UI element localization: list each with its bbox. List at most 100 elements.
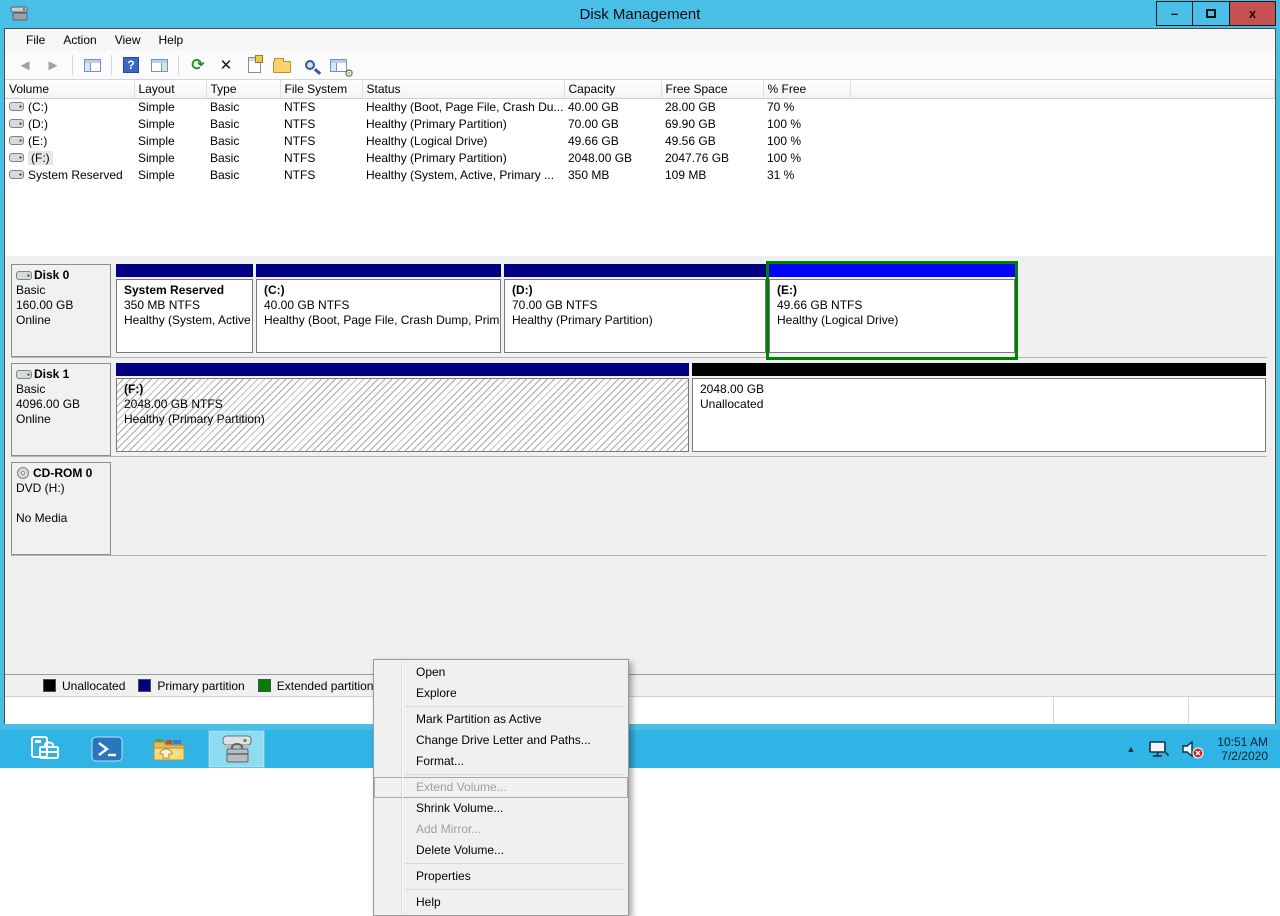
menu-item-explore[interactable]: Explore — [374, 683, 628, 704]
unallocated-region[interactable]: 2048.00 GB Unallocated — [692, 363, 1266, 456]
volume-muted-tray-icon[interactable] — [1181, 739, 1205, 759]
show-console-tree-icon[interactable] — [80, 54, 104, 76]
status-pane — [1053, 697, 1188, 724]
toolbar-separator — [111, 55, 112, 75]
table-header-row: Volume Layout Type File System Status Ca… — [5, 80, 1275, 98]
zoom-icon[interactable] — [298, 54, 322, 76]
table-row[interactable]: System Reserved Simple Basic NTFS Health… — [5, 166, 1275, 183]
primary-partition-stripe — [504, 264, 766, 277]
legend-primary-partition: Primary partition — [138, 679, 244, 693]
disk-management-taskbar-button[interactable] — [208, 730, 265, 768]
show-action-pane-icon[interactable] — [147, 54, 171, 76]
status-bar — [5, 696, 1275, 724]
back-icon[interactable]: ◄ — [13, 54, 37, 76]
disk-0-header[interactable]: Disk 0 Basic 160.00 GB Online — [11, 264, 111, 357]
primary-partition-stripe — [256, 264, 501, 277]
logical-drive-stripe — [769, 264, 1015, 277]
toolbar: ◄ ► ? ⟳ ✕ ⚙ — [5, 51, 1275, 80]
disk-icon — [16, 270, 32, 281]
close-button[interactable]: x — [1230, 1, 1276, 26]
open-folder-icon[interactable] — [270, 54, 294, 76]
toolbar-separator — [178, 55, 179, 75]
legend-extended-partition: Extended partition — [258, 679, 374, 693]
menu-view[interactable]: View — [106, 30, 150, 50]
help-icon[interactable]: ? — [119, 54, 143, 76]
menu-item-shrink-volume[interactable]: Shrink Volume... — [374, 798, 628, 819]
column-header-volume[interactable]: Volume — [5, 80, 134, 98]
window-title: Disk Management — [4, 6, 1276, 23]
forward-icon[interactable]: ► — [41, 54, 65, 76]
show-hidden-icons-button[interactable]: ▲ — [1126, 744, 1135, 754]
file-explorer-taskbar-button[interactable] — [146, 730, 192, 768]
menu-item-change-drive-letter[interactable]: Change Drive Letter and Paths... — [374, 730, 628, 751]
partition-c[interactable]: (C:) 40.00 GB NTFS Healthy (Boot, Page F… — [256, 264, 501, 357]
server-manager-taskbar-button[interactable] — [22, 730, 68, 768]
file-explorer-icon — [152, 736, 186, 763]
legend-unallocated: Unallocated — [43, 679, 125, 693]
partition-context-menu: Open Explore Mark Partition as Active Ch… — [373, 659, 629, 916]
drive-icon — [9, 135, 24, 146]
maximize-button[interactable] — [1193, 1, 1230, 26]
network-tray-icon[interactable] — [1147, 740, 1169, 759]
properties-icon[interactable] — [242, 54, 266, 76]
status-pane — [1188, 697, 1275, 724]
clock-date: 7/2/2020 — [1217, 749, 1268, 763]
disk-icon — [16, 369, 32, 380]
primary-partition-stripe — [116, 264, 253, 277]
menu-action[interactable]: Action — [54, 30, 105, 50]
column-header-type[interactable]: Type — [206, 80, 280, 98]
menu-item-delete-volume[interactable]: Delete Volume... — [374, 840, 628, 861]
menu-help[interactable]: Help — [150, 30, 193, 50]
disk-1-header[interactable]: Disk 1 Basic 4096.00 GB Online — [11, 363, 111, 456]
cdrom-0-row: CD-ROM 0 DVD (H:) No Media — [11, 462, 1267, 556]
powershell-icon — [91, 736, 123, 762]
partition-d[interactable]: (D:) 70.00 GB NTFS Healthy (Primary Part… — [504, 264, 766, 357]
primary-partition-swatch — [138, 679, 151, 692]
menu-item-extend-volume[interactable]: Extend Volume... — [374, 777, 628, 798]
extended-partition-swatch — [258, 679, 271, 692]
maximize-icon — [1206, 9, 1216, 18]
column-header-capacity[interactable]: Capacity — [564, 80, 661, 98]
table-row-selected[interactable]: (F:) Simple Basic NTFS Healthy (Primary … — [5, 149, 1275, 166]
titlebar[interactable]: Disk Management – x — [4, 0, 1276, 28]
partition-f-selected[interactable]: (F:) 2048.00 GB NTFS Healthy (Primary Pa… — [116, 363, 689, 456]
menu-item-mark-partition-active[interactable]: Mark Partition as Active — [374, 709, 628, 730]
window-client-area: File Action View Help ◄ ► ? ⟳ ✕ ⚙ — [4, 28, 1276, 724]
taskbar-clock[interactable]: 10:51 AM 7/2/2020 — [1217, 735, 1268, 763]
unallocated-swatch — [43, 679, 56, 692]
column-header-file-system[interactable]: File System — [280, 80, 362, 98]
table-row[interactable]: (E:) Simple Basic NTFS Healthy (Logical … — [5, 132, 1275, 149]
menu-item-format[interactable]: Format... — [374, 751, 628, 772]
minimize-button[interactable]: – — [1156, 1, 1193, 26]
disk-management-window: Disk Management – x File Action View Hel… — [0, 0, 1280, 730]
cdrom-0-header[interactable]: CD-ROM 0 DVD (H:) No Media — [11, 462, 111, 555]
drive-icon — [9, 101, 24, 112]
column-header-layout[interactable]: Layout — [134, 80, 206, 98]
table-row[interactable]: (D:) Simple Basic NTFS Healthy (Primary … — [5, 115, 1275, 132]
toolbar-separator — [72, 55, 73, 75]
partition-e-logical-drive[interactable]: (E:) 49.66 GB NTFS Healthy (Logical Driv… — [769, 264, 1015, 357]
legend-bar: Unallocated Primary partition Extended p… — [5, 674, 1275, 696]
column-header-free-space[interactable]: Free Space — [661, 80, 763, 98]
disk-settings-icon[interactable]: ⚙ — [326, 54, 350, 76]
menu-item-help[interactable]: Help — [374, 892, 628, 913]
drive-icon — [9, 169, 24, 180]
delete-icon[interactable]: ✕ — [214, 54, 238, 76]
desktop: Disk Management – x File Action View Hel… — [0, 0, 1280, 768]
refresh-icon[interactable]: ⟳ — [186, 54, 210, 76]
column-header-status[interactable]: Status — [362, 80, 564, 98]
menu-item-open[interactable]: Open — [374, 662, 628, 683]
menu-item-add-mirror[interactable]: Add Mirror... — [374, 819, 628, 840]
disk-1-row: Disk 1 Basic 4096.00 GB Online (F:) 2048… — [11, 363, 1267, 457]
menu-file[interactable]: File — [17, 30, 54, 50]
menu-item-properties[interactable]: Properties — [374, 866, 628, 887]
clock-time: 10:51 AM — [1217, 735, 1268, 749]
table-row[interactable]: (C:) Simple Basic NTFS Healthy (Boot, Pa… — [5, 98, 1275, 115]
menu-separator — [405, 889, 625, 890]
column-header-pct-free[interactable]: % Free — [763, 80, 850, 98]
server-manager-icon — [28, 735, 62, 763]
partition-system-reserved[interactable]: System Reserved 350 MB NTFS Healthy (Sys… — [116, 264, 253, 357]
powershell-taskbar-button[interactable] — [84, 730, 130, 768]
unallocated-stripe — [692, 363, 1266, 376]
disk-graphical-pane: Disk 0 Basic 160.00 GB Online System Res… — [5, 256, 1275, 674]
